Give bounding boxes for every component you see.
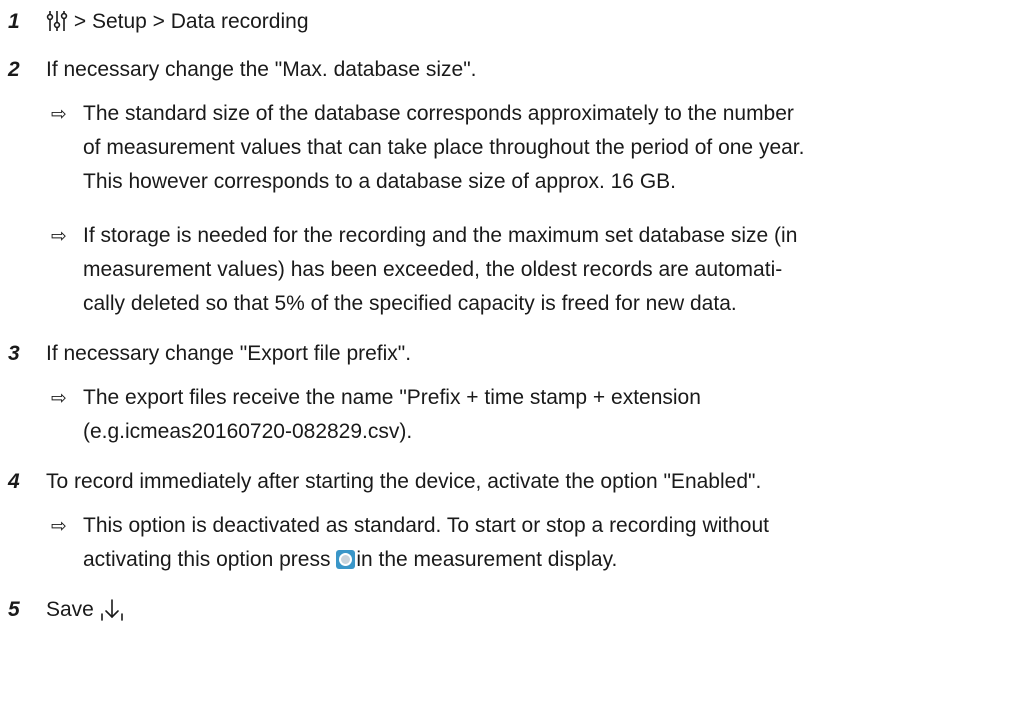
result-text: (e.g.icmeas20160720-082829.csv). (83, 420, 413, 443)
step-number: 3 (8, 342, 20, 365)
step-text: To record immediately after starting the… (46, 470, 762, 493)
result-text-part: in the measurement display. (356, 548, 618, 571)
step-label: > Setup > Data recording (73, 10, 309, 33)
step-number: 2 (8, 58, 20, 81)
result-text: This option is deactivated as standard. … (83, 514, 769, 537)
result-text-part: activating this option press (83, 548, 331, 571)
step-text: If necessary change the "Max. database s… (46, 58, 477, 81)
step-text: Save (46, 596, 124, 624)
result-arrow-icon: ⇨ (51, 387, 67, 409)
record-button-icon (336, 550, 356, 569)
settings-sliders-icon (46, 11, 68, 31)
step-text: > Setup > Data recording (46, 8, 309, 36)
result-text: The export files receive the name "Prefi… (83, 386, 701, 409)
result-text: This however corresponds to a database s… (83, 170, 676, 193)
result-arrow-icon: ⇨ (51, 515, 67, 537)
step-number: 1 (8, 10, 20, 33)
result-text: of measurement values that can take plac… (83, 136, 805, 159)
step-label: Save (46, 598, 94, 621)
result-text: The standard size of the database corres… (83, 102, 794, 125)
result-text: activating this option press in the meas… (83, 546, 617, 574)
result-arrow-icon: ⇨ (51, 103, 67, 125)
step-number: 4 (8, 470, 20, 493)
result-text: If storage is needed for the recording a… (83, 224, 798, 247)
step-text: If necessary change "Export file prefix"… (46, 342, 412, 365)
result-text: cally deleted so that 5% of the specifie… (83, 292, 737, 315)
result-text: measurement values) has been exceeded, t… (83, 258, 783, 281)
step-number: 5 (8, 598, 20, 621)
result-arrow-icon: ⇨ (51, 225, 67, 247)
save-arrow-icon (100, 599, 123, 621)
